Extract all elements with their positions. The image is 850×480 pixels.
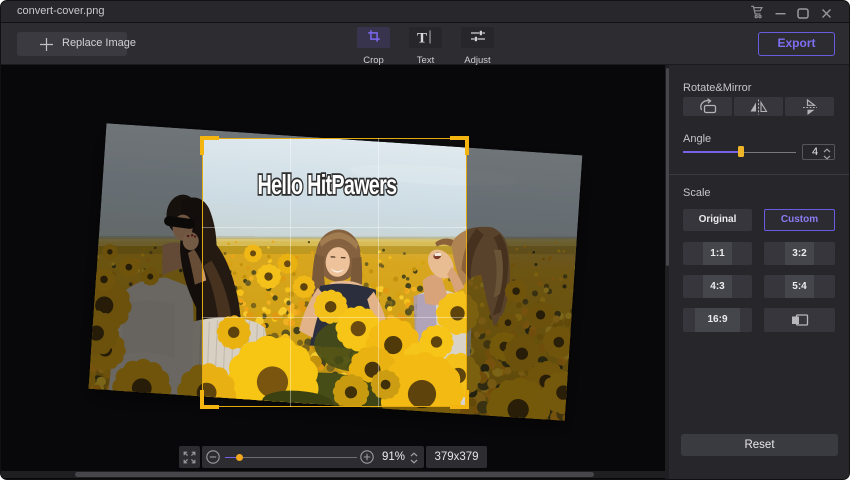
svg-text:T: T xyxy=(417,31,427,46)
svg-text:Hello HitPawers: Hello HitPawers xyxy=(258,170,397,201)
